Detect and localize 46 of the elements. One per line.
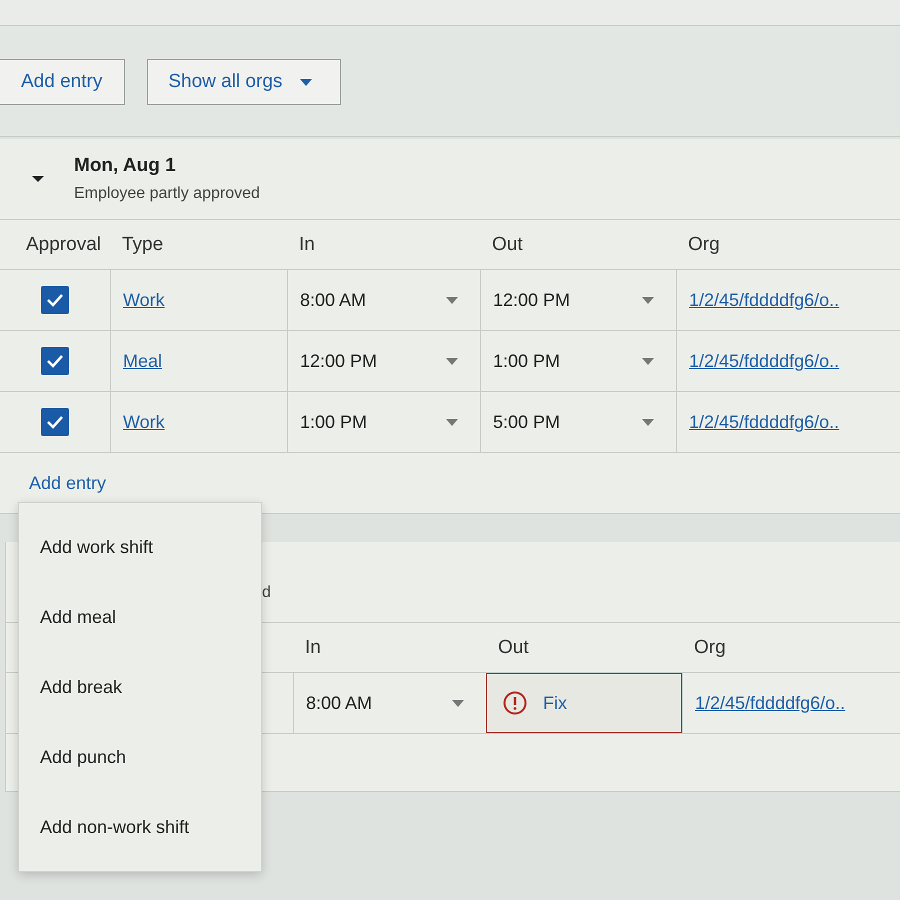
org-link[interactable]: 1/2/45/fddddfg6/o.. <box>689 412 840 432</box>
caret-icon <box>642 296 654 304</box>
caret-icon <box>452 700 464 706</box>
org-link[interactable]: 1/2/45/fddddfg6/o.. <box>695 692 846 714</box>
column-header: Out <box>497 636 530 658</box>
add-entry-button[interactable]: Add entry <box>0 59 126 105</box>
time-select[interactable]: 12:00 PM <box>287 331 480 391</box>
error-icon <box>503 691 527 715</box>
time-select[interactable]: 5:00 PM <box>480 392 676 452</box>
column-header: In <box>298 234 316 256</box>
org-link[interactable]: 1/2/45/fddddfg6/o.. <box>689 290 840 310</box>
menu-item[interactable]: Add meal <box>19 582 261 652</box>
column-header: Org <box>687 234 721 256</box>
org-link[interactable]: 1/2/45/fddddfg6/o.. <box>689 350 840 372</box>
time-select[interactable]: 8:00 AM <box>287 270 480 330</box>
checkbox[interactable] <box>41 408 69 436</box>
caret-icon <box>446 296 458 304</box>
column-header: Approval <box>25 234 102 256</box>
caret-icon <box>300 78 312 86</box>
day-date: Mon, Aug 1 <box>74 155 177 177</box>
day-status: Employee partly approved <box>74 185 260 203</box>
menu-item[interactable]: Add non-work shift <box>19 792 261 862</box>
menu-item[interactable]: Add punch <box>19 722 261 792</box>
menu-item[interactable]: Add work shift <box>19 512 261 582</box>
column-header: Org <box>693 636 727 658</box>
time-select[interactable]: 12:00 PM <box>480 270 676 330</box>
column-header: In <box>304 636 322 658</box>
menu-item[interactable]: Add break <box>19 652 261 722</box>
caret-icon[interactable] <box>32 173 44 185</box>
column-header: Out <box>491 234 524 256</box>
type-link[interactable]: Work <box>123 412 165 432</box>
caret-icon <box>446 418 458 426</box>
type-link[interactable]: Meal <box>123 350 162 372</box>
checkbox[interactable] <box>41 286 69 314</box>
day-status: d <box>262 583 271 602</box>
time-select[interactable]: 1:00 PM <box>287 392 480 452</box>
add-entry-link[interactable]: Add entry <box>29 472 106 494</box>
type-link[interactable]: Work <box>123 290 165 310</box>
caret-icon <box>446 358 458 364</box>
column-header: Type <box>121 234 164 256</box>
org-filter-dropdown[interactable]: Show all orgs <box>147 59 342 105</box>
caret-icon <box>642 418 654 426</box>
time-select[interactable]: 1:00 PM <box>480 331 676 391</box>
checkbox[interactable] <box>41 347 69 375</box>
caret-icon <box>642 358 654 364</box>
error-cell[interactable]: Fix <box>486 673 682 733</box>
